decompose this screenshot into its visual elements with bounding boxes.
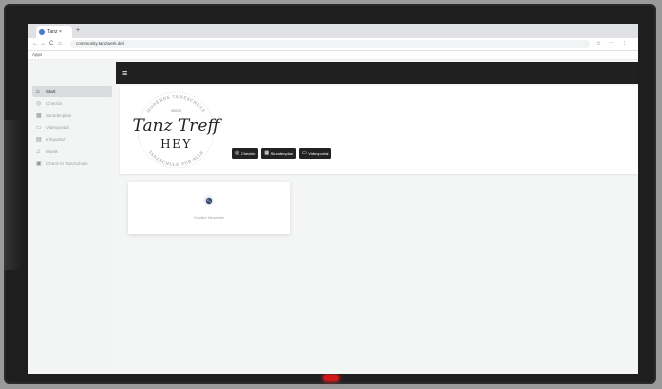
favicon-icon [39, 29, 45, 35]
toolbar-icons[interactable]: ☆ ⋯ ⋮ [596, 39, 630, 49]
sidebar-item-label: Musik [46, 149, 58, 154]
monitor-screen: Tanz × + ← → C ⌂ community.tanzwerk.de/ … [28, 24, 638, 374]
stundenplan-button[interactable]: ▦ Stundenplan [261, 148, 297, 159]
cookie-icon [203, 195, 214, 206]
sidebar-item-infoportal[interactable]: ▤ Infoportal [32, 134, 112, 145]
home-button-icon[interactable]: ⌂ [58, 39, 62, 49]
logo-script: Tanz Treff [132, 116, 222, 136]
calendar-icon: ▦ [264, 150, 270, 156]
logo-word: HEY [160, 137, 192, 151]
sidebar-item-videoportal[interactable]: ▭ Videoportal [32, 122, 112, 133]
checkin-icon: ◎ [235, 150, 240, 156]
sidebar-item-label: Stundenplan [46, 113, 72, 118]
reload-icon[interactable]: C [49, 39, 53, 49]
school-icon: ▣ [36, 161, 42, 167]
address-bar[interactable]: community.tanzwerk.de/ [70, 40, 590, 48]
music-icon: ♫ [36, 148, 41, 155]
bookmarks-bar: Apps [28, 51, 638, 60]
videoportal-button[interactable]: ▭ Videoportal [299, 148, 332, 159]
svg-text:TANZSCHULE FÜR ALLE: TANZSCHULE FÜR ALLE [148, 149, 205, 167]
checkin-icon: ◎ [36, 101, 42, 107]
new-tab-button[interactable]: + [76, 26, 80, 36]
calendar-icon: ▦ [36, 113, 42, 119]
document-icon: ▤ [36, 137, 42, 143]
sidebar-item-label: Infoportal [46, 137, 65, 142]
hamburger-menu-icon[interactable]: ≡ [122, 67, 127, 79]
sidebar-item-checkin[interactable]: ◎ Checkin [32, 98, 112, 109]
video-icon: ▭ [36, 125, 42, 131]
tanztreff-logo: MODERNE TANZSCHULE TANZSCHULE FÜR ALLE S… [132, 91, 222, 169]
sidebar-item-musik[interactable]: ♫ Musik [32, 146, 112, 157]
sidebar-item-stundenplan[interactable]: ▦ Stundenplan [32, 110, 112, 121]
video-icon: ▭ [302, 150, 307, 156]
button-label: Stundenplan [270, 151, 294, 156]
sidebar-item-start[interactable]: ⌂ Start [32, 86, 112, 97]
sidebar-item-label: Checkin [46, 101, 63, 106]
forward-icon[interactable]: → [40, 39, 46, 49]
tab-title: Tanz × [47, 29, 62, 35]
power-led [323, 375, 339, 381]
top-navbar: ≡ [116, 62, 638, 84]
button-label: Videoportal [308, 151, 329, 156]
home-icon: ⌂ [36, 88, 40, 95]
sidebar-item-label: Check-In Tanzschule [46, 161, 88, 166]
button-label: Checkin [240, 151, 256, 156]
sidebar: ⌂ Start ◎ Checkin ▦ Stundenplan ▭ Videoportal ▤ I… [28, 60, 116, 374]
back-icon[interactable]: ← [32, 39, 38, 49]
cookie-card-label: Cookie Hinweise [194, 215, 224, 220]
hero-buttons: ◎ Checkin ▦ Stundenplan ▭ Videoportal [232, 148, 332, 159]
browser-toolbar: ← → C ⌂ community.tanzwerk.de/ ☆ ⋯ ⋮ [28, 38, 638, 51]
browser-tabstrip: Tanz × + [28, 24, 638, 38]
hero-banner: MODERNE TANZSCHULE TANZSCHULE FÜR ALLE S… [120, 86, 638, 174]
sidebar-item-label: Videoportal [46, 125, 69, 130]
logo-arc-bottom: TANZSCHULE FÜR ALLE [148, 149, 204, 167]
cookie-card[interactable]: Cookie Hinweise [128, 182, 290, 234]
browser-tab[interactable]: Tanz × [36, 26, 72, 38]
checkin-button[interactable]: ◎ Checkin [232, 148, 259, 159]
bezel-reflection [4, 120, 22, 270]
app-area: ⌂ Start ◎ Checkin ▦ Stundenplan ▭ Videoportal ▤ I… [28, 60, 638, 374]
bookmark-apps[interactable]: Apps [32, 51, 42, 59]
logo-since: SINCE [171, 109, 182, 113]
sidebar-item-check-in-tanzschule[interactable]: ▣ Check-In Tanzschule [32, 158, 112, 169]
sidebar-item-label: Start [46, 89, 56, 94]
